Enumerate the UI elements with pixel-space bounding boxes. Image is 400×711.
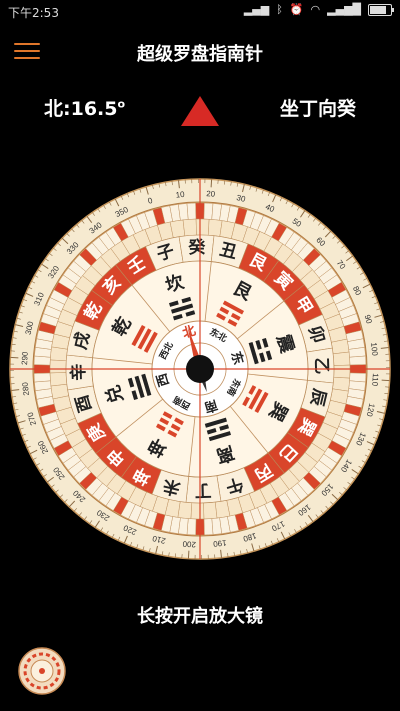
mountain-label: 癸: [187, 237, 207, 258]
degree-label: 20: [206, 189, 216, 199]
app-header: 超级罗盘指南针: [0, 30, 400, 72]
degree-label: 190: [212, 538, 227, 549]
app-title: 超级罗盘指南针: [137, 44, 263, 65]
degree-symbol: o: [117, 97, 126, 111]
bluetooth-icon: ᛒ: [276, 3, 283, 16]
magnifier-hint: 长按开启放大镜: [137, 606, 263, 627]
status-icons: ▂▄▆ ᛒ ⏰ ◠ ▂▄▆█: [243, 3, 394, 16]
degree-label: 290: [20, 351, 30, 365]
degree-label: 110: [370, 373, 380, 387]
needle-hub: [186, 355, 214, 383]
heading-value: 北:16.5: [44, 98, 118, 120]
mountain-label: 丁: [194, 480, 212, 500]
degree-label: 100: [369, 342, 380, 357]
degree-label: 10: [175, 190, 185, 200]
mountain-label: 辛: [68, 363, 89, 381]
status-bar: 下午2:53 ▂▄▆ ᛒ ⏰ ◠ ▂▄▆█: [0, 0, 400, 22]
battery-icon: [368, 3, 394, 16]
luopan-compass-dial[interactable]: 010 20 30405060708090100110120130140150160…: [0, 166, 400, 576]
signal-strength-icon: ▂▄▆█: [327, 3, 361, 16]
degree-label: 280: [20, 381, 31, 396]
compass-thumbnail-button[interactable]: [18, 647, 66, 695]
status-time: 下午2:53: [8, 6, 59, 20]
direction-readout: 坐丁向癸: [279, 98, 356, 120]
heading-readout: 北:16.5o: [44, 94, 125, 121]
mountain-label: 乙: [311, 357, 331, 375]
signal-icon: ▂▄▆: [243, 3, 270, 16]
north-pointer-icon: [181, 96, 219, 126]
degree-label: 200: [182, 539, 196, 549]
wifi-icon: ◠: [310, 3, 321, 16]
alarm-icon: ⏰: [289, 3, 304, 16]
